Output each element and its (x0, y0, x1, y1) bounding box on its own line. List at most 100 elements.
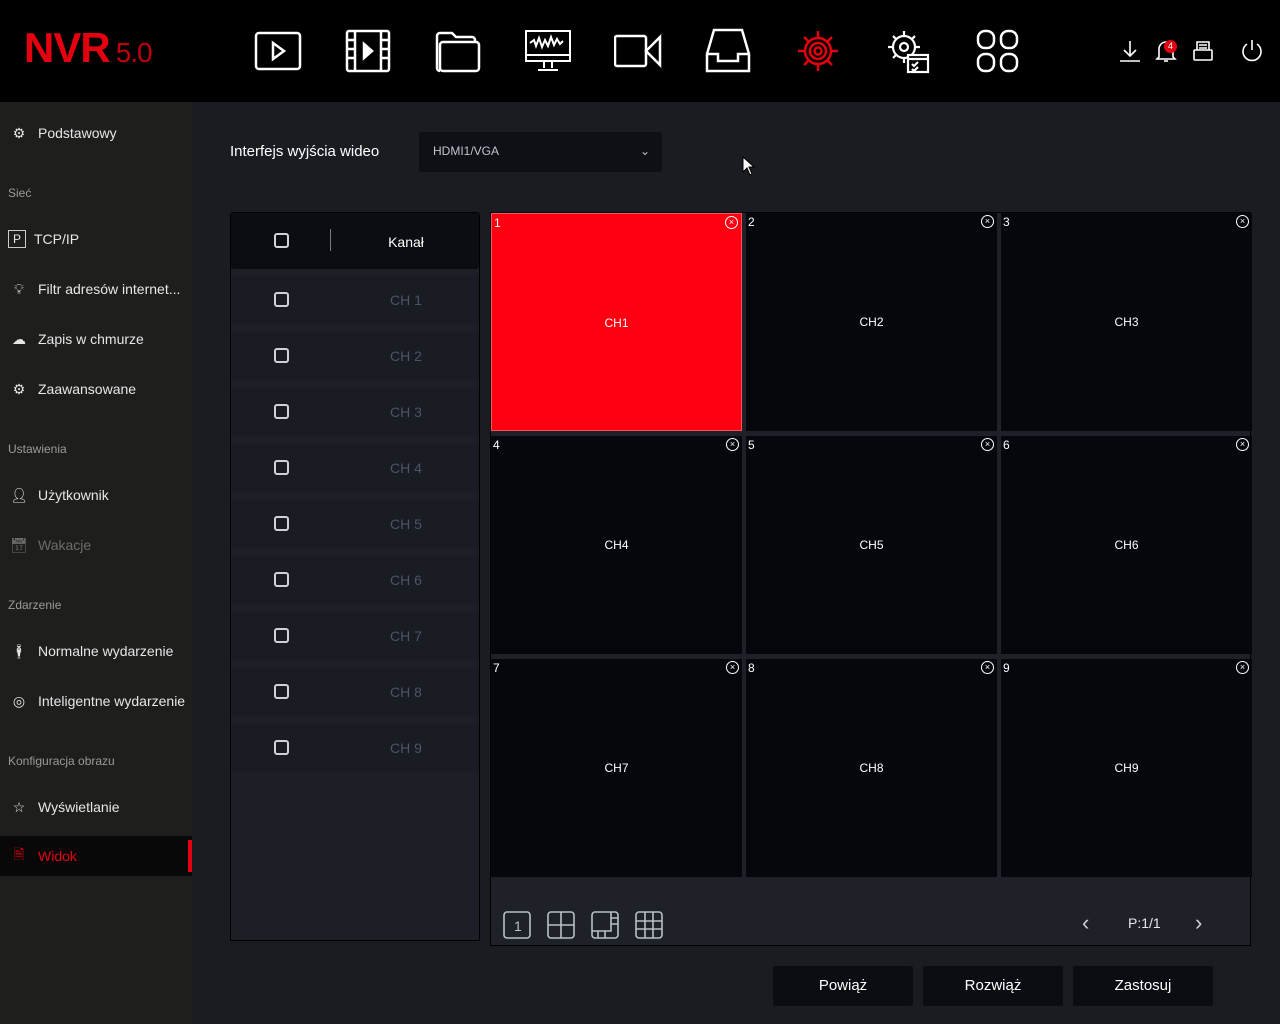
close-icon[interactable]: × (981, 215, 994, 228)
channel-checkbox[interactable] (274, 740, 289, 755)
notification-badge: 4 (1164, 40, 1177, 53)
cell-number: 6 (1003, 438, 1010, 452)
channel-checkbox[interactable] (274, 628, 289, 643)
channel-header: Kanał (388, 234, 424, 250)
power-icon[interactable] (1239, 38, 1265, 64)
layout-4-button[interactable] (547, 911, 575, 939)
channel-list: Kanał CH 1 CH 2 CH 3 CH 4 CH 5 CH 6 CH 7 CH 8 CH… (230, 212, 480, 941)
cell-number: 3 (1003, 215, 1010, 229)
section-network: Sieć (8, 186, 32, 200)
playback-icon[interactable] (254, 28, 302, 74)
label: Inteligentne wydarzenie (38, 693, 186, 709)
channel-checkbox[interactable] (274, 292, 289, 307)
bind-button[interactable]: Powiąż (773, 966, 913, 1006)
selected-value: HDMI1/VGA (433, 144, 500, 158)
apply-button[interactable]: Zastosuj (1073, 966, 1213, 1006)
view-cell[interactable]: 3 × CH3 (1001, 213, 1252, 431)
channel-checkbox[interactable] (274, 572, 289, 587)
unbind-button[interactable]: Rozwiąż (923, 966, 1063, 1006)
layout-9-button[interactable] (635, 911, 663, 939)
output-interface-label: Interfejs wyjścia wideo (230, 143, 380, 160)
channel-row[interactable]: CH 4 (231, 444, 479, 492)
sidebar-item-smart-event[interactable]: ◎ Inteligentne wydarzenie (0, 681, 192, 721)
view-grid: 1 × CH1 2 × CH2 3 × CH3 4 × CH4 5 × CH5 6 × CH6 7 × CH7 8 × CH8… (490, 212, 1252, 946)
sidebar-item-tcpip[interactable]: P TCP/IP (0, 219, 192, 259)
folder-icon[interactable] (434, 28, 482, 74)
channel-checkbox[interactable] (274, 460, 289, 475)
view-cell[interactable]: 9 × CH9 (1001, 659, 1252, 877)
star-icon: ☆ (12, 798, 26, 815)
cell-number: 8 (748, 661, 755, 675)
channel-row[interactable]: CH 5 (231, 500, 479, 548)
video-film-icon[interactable] (344, 28, 392, 74)
close-icon[interactable]: × (981, 438, 994, 451)
channel-row[interactable]: CH 2 (231, 332, 479, 380)
close-icon[interactable]: × (1236, 438, 1249, 451)
sidebar-item-filter[interactable]: 💡︎ Filtr adresów internet... (0, 269, 192, 309)
storage-icon[interactable] (1190, 38, 1216, 64)
select-all-checkbox[interactable] (274, 233, 289, 248)
cell-channel: CH9 (1114, 761, 1139, 775)
page-indicator: P:1/1 (1128, 915, 1161, 931)
channel-checkbox[interactable] (274, 684, 289, 699)
close-icon[interactable]: × (1236, 215, 1249, 228)
channel-name: CH 5 (390, 516, 422, 532)
channel-checkbox[interactable] (274, 404, 289, 419)
cloud-icon: ☁ (12, 330, 26, 347)
channel-row[interactable]: CH 9 (231, 724, 479, 772)
sidebar-item-display[interactable]: ☆ Wyświetlanie (0, 787, 192, 827)
section-event: Zdarzenie (8, 598, 62, 612)
close-icon[interactable]: × (981, 661, 994, 674)
view-cell[interactable]: 7 × CH7 (491, 659, 742, 877)
section-image-config: Konfiguracja obrazu (8, 754, 115, 768)
close-icon[interactable]: × (725, 216, 738, 229)
download-icon[interactable] (1117, 38, 1143, 64)
sidebar-item-normal-event[interactable]: 🕴︎ Normalne wydarzenie (0, 631, 192, 671)
channel-name: CH 2 (390, 348, 422, 364)
layout-8-button[interactable] (591, 911, 619, 939)
p-box-icon: P (8, 230, 26, 248)
close-icon[interactable]: × (726, 661, 739, 674)
channel-row[interactable]: CH 7 (231, 612, 479, 660)
close-icon[interactable]: × (1236, 661, 1249, 674)
prev-page-icon[interactable]: ‹ (1082, 910, 1089, 936)
inbox-tray-icon[interactable] (704, 28, 752, 74)
sidebar-item-basic[interactable]: ⚙ Podstawowy (0, 113, 192, 153)
cell-channel: CH2 (859, 315, 884, 329)
layout-1-button[interactable]: 1 (503, 911, 531, 939)
label: Zaawansowane (38, 381, 137, 397)
camera-icon[interactable] (614, 28, 662, 74)
channel-name: CH 6 (390, 572, 422, 588)
sidebar-item-view[interactable]: 🗎︎ Widok (0, 836, 192, 876)
channel-row[interactable]: CH 8 (231, 668, 479, 716)
view-cell[interactable]: 8 × CH8 (746, 659, 997, 877)
gear-checklist-icon[interactable] (884, 28, 932, 74)
view-cell[interactable]: 2 × CH2 (746, 213, 997, 431)
gear-icon: ⚙ (12, 124, 26, 141)
cell-number: 4 (493, 438, 500, 452)
channel-name: CH 3 (390, 404, 422, 420)
view-cell[interactable]: 4 × CH4 (491, 436, 742, 654)
settings-gear-icon[interactable] (794, 28, 842, 74)
monitor-waveform-icon[interactable] (524, 28, 572, 74)
channel-row[interactable]: CH 6 (231, 556, 479, 604)
person-icon: 🕴︎ (10, 642, 28, 659)
view-cell[interactable]: 5 × CH5 (746, 436, 997, 654)
apps-grid-icon[interactable] (974, 28, 1022, 74)
label: Filtr adresów internet... (38, 281, 181, 297)
sidebar-item-user[interactable]: 👤︎ Użytkownik (0, 475, 192, 515)
channel-row[interactable]: CH 3 (231, 388, 479, 436)
svg-text:1: 1 (514, 918, 522, 934)
channel-checkbox[interactable] (274, 348, 289, 363)
sidebar-item-holidays: 📅︎ Wakacje (0, 525, 192, 565)
label: Normalne wydarzenie (38, 643, 174, 659)
view-cell[interactable]: 1 × CH1 (491, 213, 742, 431)
close-icon[interactable]: × (726, 438, 739, 451)
sidebar-item-advanced[interactable]: ⚙ Zaawansowane (0, 369, 192, 409)
channel-checkbox[interactable] (274, 516, 289, 531)
sidebar-item-cloud[interactable]: ☁ Zapis w chmurze (0, 319, 192, 359)
channel-row[interactable]: CH 1 (231, 276, 479, 324)
output-interface-select[interactable]: HDMI1/VGA ⌄ (419, 132, 662, 172)
next-page-icon[interactable]: › (1195, 910, 1202, 936)
view-cell[interactable]: 6 × CH6 (1001, 436, 1252, 654)
